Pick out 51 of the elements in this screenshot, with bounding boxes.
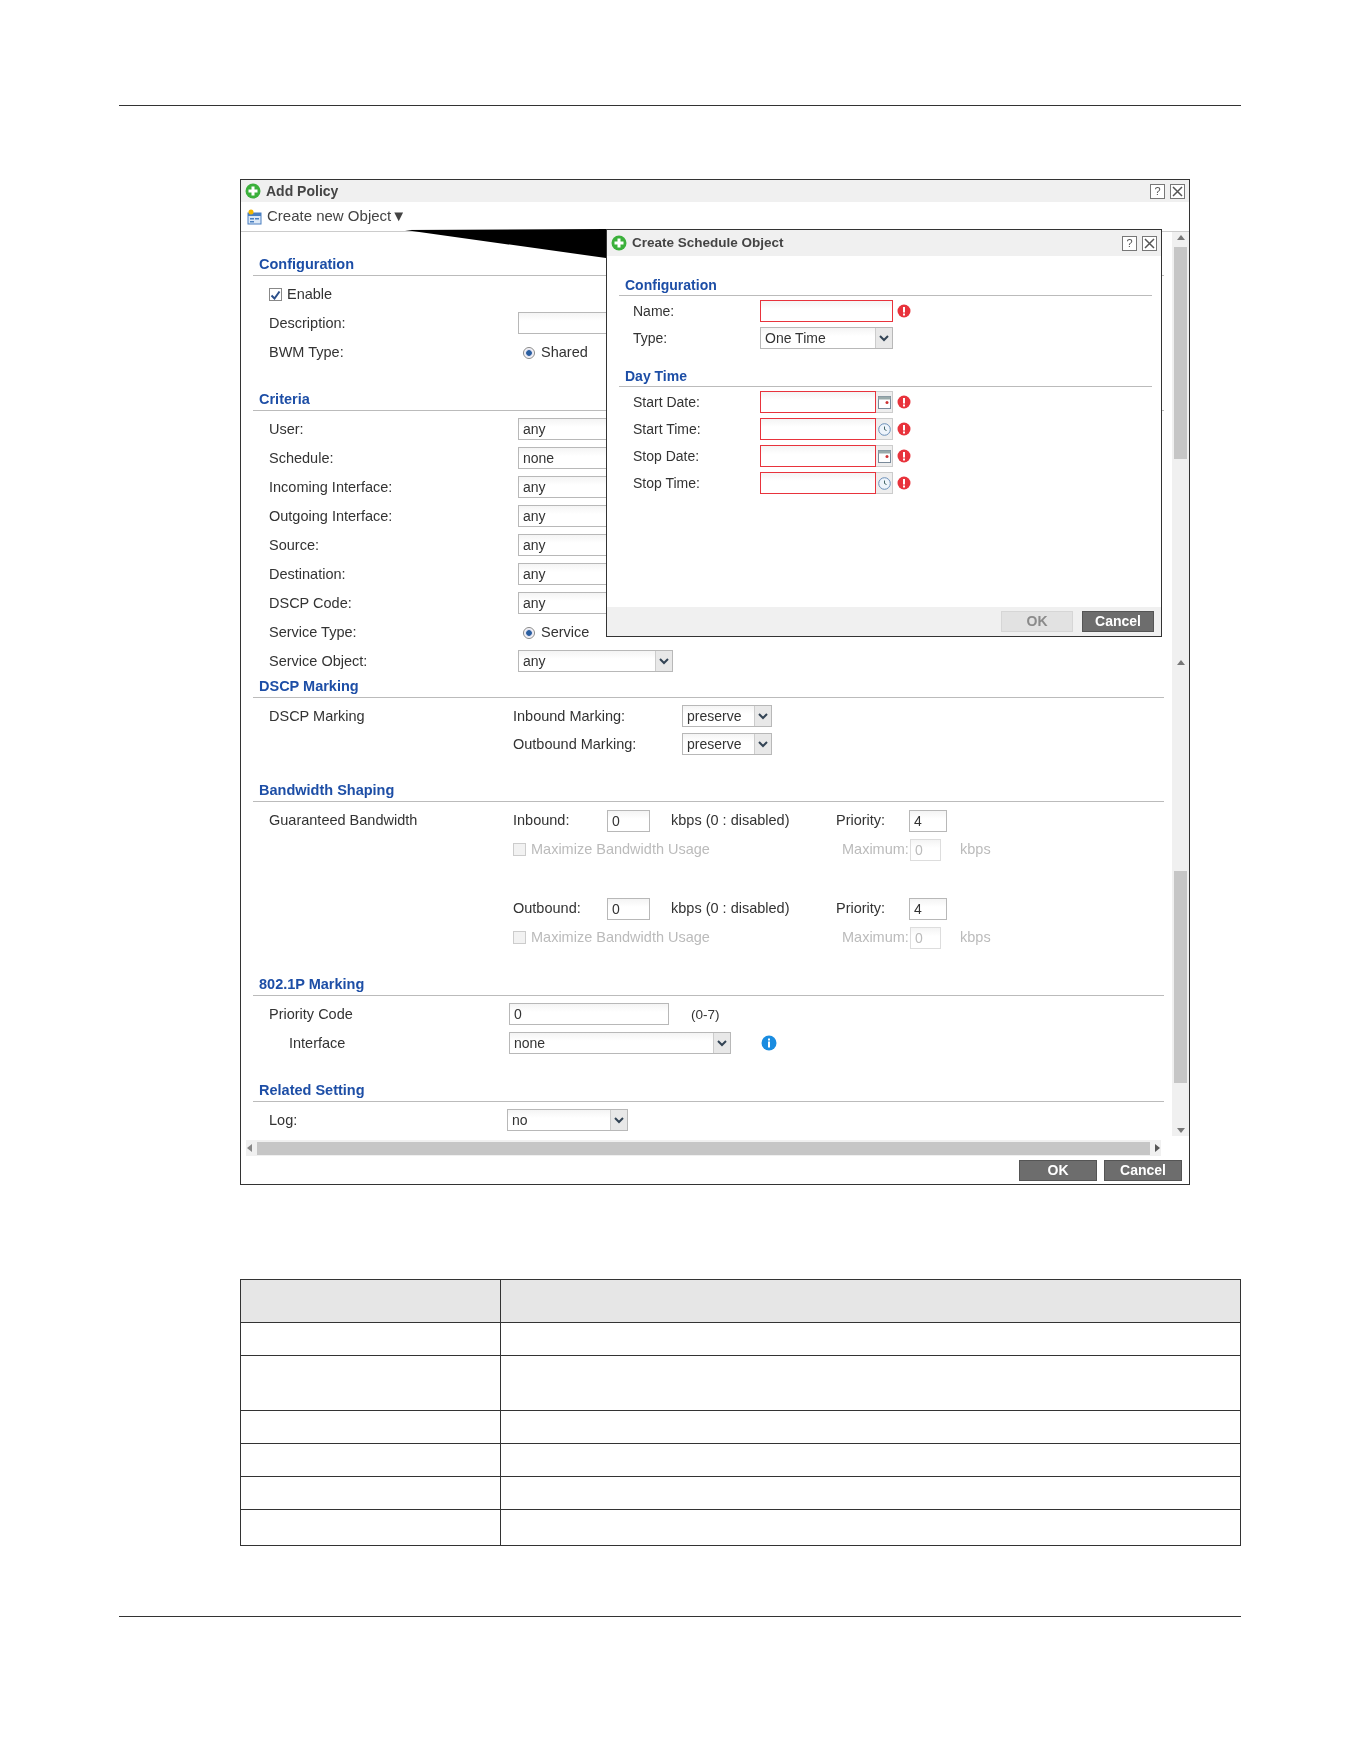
section-heading: Bandwidth Shaping — [253, 780, 1164, 802]
field-label: Guaranteed Bandwidth — [269, 811, 419, 830]
field-label: BWM Type: — [269, 343, 345, 362]
field-label: Incoming Interface: — [269, 478, 394, 497]
input-field: 0 — [910, 838, 941, 861]
unit-label: kbps (0 : disabled) — [671, 899, 791, 918]
checkbox-label: Maximize Bandwidth Usage — [531, 840, 710, 859]
field-label: Outbound: — [513, 899, 582, 918]
field-label: Destination: — [269, 565, 347, 584]
field-label: Stop Date: — [633, 447, 701, 466]
field-label: Priority: — [836, 811, 887, 830]
field-label: Source: — [269, 536, 320, 555]
section-heading: DSCP Marking — [253, 676, 1164, 698]
field-label: Log: — [269, 1111, 299, 1130]
checkbox-label: Maximize Bandwidth Usage — [531, 928, 710, 947]
section-heading: Configuration — [619, 276, 1152, 296]
field-label: Start Time: — [633, 420, 702, 439]
section-heading: Related Setting — [253, 1080, 1164, 1102]
field-label: Interface — [288, 1034, 347, 1053]
section-heading: Day Time — [619, 367, 1152, 387]
field-label: Inbound Marking: — [513, 706, 627, 726]
disabled-button: OK — [1001, 611, 1073, 632]
field-label: Start Date: — [633, 393, 701, 412]
field-label: Schedule: — [269, 449, 335, 468]
dialog-title: Add Policy — [266, 181, 339, 201]
field-label: Stop Time: — [633, 474, 701, 493]
field-label: Name: — [633, 302, 676, 321]
field-label: Priority Code — [269, 1005, 354, 1024]
field-label: Maximum: — [842, 840, 910, 859]
field-label: Service Object: — [269, 652, 369, 671]
field-label: User: — [269, 420, 305, 439]
field-label: Type: — [633, 329, 669, 348]
unit-label: kbps — [960, 928, 991, 947]
field-label: Description: — [269, 314, 347, 333]
range-hint: (0-7) — [691, 1006, 720, 1024]
field-label: Service Type: — [269, 623, 358, 642]
field-label: DSCP Code: — [269, 594, 353, 613]
input-field: 0 — [910, 926, 941, 949]
field-label: Outgoing Interface: — [269, 507, 394, 526]
unit-label: kbps — [960, 840, 991, 859]
radio-label: Service — [541, 623, 590, 642]
field-label: Outbound Marking: — [513, 734, 638, 754]
field-label: Priority: — [836, 899, 887, 918]
section-heading: 802.1P Marking — [253, 974, 1164, 996]
checkbox-label: Enable — [287, 285, 333, 304]
unit-label: kbps (0 : disabled) — [671, 811, 791, 830]
field-label: DSCP Marking — [269, 707, 366, 726]
field-label: Maximum: — [842, 928, 910, 947]
dialog-title: Create Schedule Object — [632, 233, 784, 252]
radio-label: Shared — [541, 343, 588, 362]
field-label: Inbound: — [513, 811, 571, 830]
